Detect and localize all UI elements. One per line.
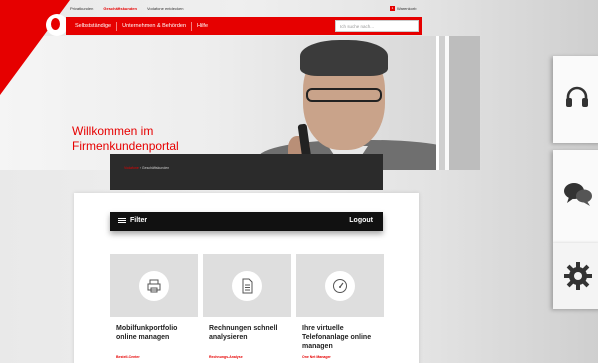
filter-bar: Filter Logout bbox=[110, 212, 383, 231]
hero-title: Willkommen im Firmenkundenportal bbox=[72, 124, 179, 154]
invoice-icon bbox=[232, 271, 262, 301]
breadcrumb: Vodafone › Geschäftskunden bbox=[124, 166, 169, 170]
gear-icon bbox=[564, 262, 592, 290]
tile-image-area bbox=[296, 254, 384, 317]
printer-icon bbox=[139, 271, 169, 301]
page: Willkommen im Firmenkundenportal Privatk… bbox=[0, 0, 598, 363]
vodafone-logo-icon[interactable] bbox=[46, 14, 68, 36]
side-divider bbox=[563, 148, 598, 149]
tile-image-area bbox=[110, 254, 198, 317]
top-nav: Privatkunden Geschäftskunden Vodafone en… bbox=[70, 6, 183, 11]
search-input[interactable]: Ich suche nach... bbox=[335, 20, 419, 32]
filter-sliders-icon bbox=[118, 217, 126, 224]
hero-person-hair bbox=[300, 40, 388, 76]
headset-icon bbox=[566, 86, 588, 107]
filter-button[interactable]: Filter bbox=[118, 217, 147, 224]
cart-link[interactable]: 1 Warenkorb bbox=[390, 6, 416, 11]
side-settings[interactable] bbox=[553, 243, 598, 309]
side-contact-chat[interactable] bbox=[553, 150, 598, 243]
hero-title-line1: Willkommen im bbox=[72, 124, 154, 138]
tile-title: Mobilfunkportfolio online managen bbox=[116, 325, 178, 341]
cart-badge: 1 bbox=[390, 6, 395, 11]
hero-title-line2: Firmenkundenportal bbox=[72, 139, 179, 153]
tile-link[interactable]: One Net Manager bbox=[302, 355, 331, 359]
hero-person-glasses bbox=[306, 88, 382, 102]
mainnav-selbststaendige[interactable]: Selbstständige bbox=[70, 21, 118, 31]
tile-link[interactable]: Bestell-Center bbox=[116, 355, 140, 359]
breadcrumb-geschaeftskunden: Geschäftskunden bbox=[141, 166, 170, 170]
tile-title: Rechnungen schnell analysieren bbox=[209, 325, 278, 341]
main-nav: Selbstständige Unternehmen & Behörden Hi… bbox=[66, 17, 422, 35]
filter-label: Filter bbox=[130, 217, 148, 224]
mainnav-unternehmen[interactable]: Unternehmen & Behörden bbox=[117, 21, 192, 31]
mainnav-hilfe[interactable]: Hilfe bbox=[192, 22, 213, 31]
tile-telefonanlage[interactable]: Ihre virtuelle Telefonanlage online mana… bbox=[296, 254, 384, 363]
tile-link[interactable]: Rechnungs-Analyse bbox=[209, 355, 243, 359]
breadcrumb-vodafone[interactable]: Vodafone bbox=[124, 166, 139, 170]
breadcrumb-panel: Vodafone › Geschäftskunden bbox=[110, 154, 383, 190]
logout-button[interactable]: Logout bbox=[349, 217, 373, 224]
topnav-privatkunden[interactable]: Privatkunden bbox=[70, 6, 93, 11]
tile-rechnungen[interactable]: Rechnungen schnell analysieren Rechnungs… bbox=[203, 254, 291, 363]
tile-title: Ihre virtuelle Telefonanlage online mana… bbox=[302, 325, 372, 350]
tile-image-area bbox=[203, 254, 291, 317]
side-contact-hotline[interactable] bbox=[553, 56, 598, 143]
dashboard-gauge-icon bbox=[325, 271, 355, 301]
topnav-vodafone-entdecken[interactable]: Vodafone entdecken bbox=[147, 6, 183, 11]
chat-bubbles-icon bbox=[564, 183, 592, 206]
hero-window-frame bbox=[436, 36, 480, 170]
tile-mobilfunkportfolio[interactable]: Mobilfunkportfolio online managen Bestel… bbox=[110, 254, 198, 363]
topnav-geschaeftskunden[interactable]: Geschäftskunden bbox=[103, 6, 137, 11]
hero-banner: Willkommen im Firmenkundenportal bbox=[0, 36, 480, 170]
cart-label: Warenkorb bbox=[397, 6, 417, 11]
